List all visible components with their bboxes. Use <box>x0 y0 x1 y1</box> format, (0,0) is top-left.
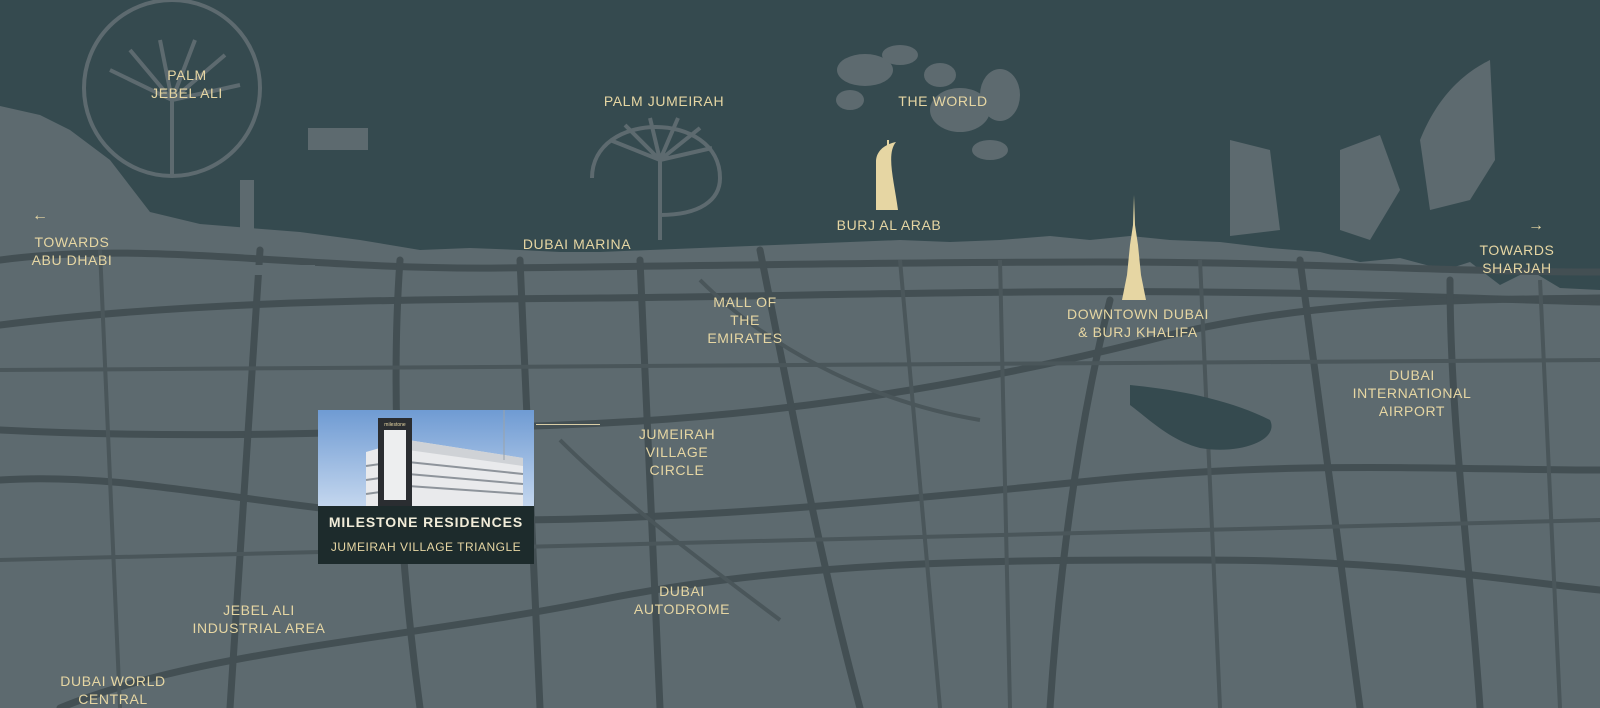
label-dubai-world-central: DUBAI WORLD CENTRAL <box>60 673 166 707</box>
project-location: JUMEIRAH VILLAGE TRIANGLE <box>330 540 522 554</box>
label-the-world: THE WORLD <box>898 93 988 109</box>
label-palm-jumeirah: PALM JUMEIRAH <box>603 93 725 109</box>
label-jumeirah-village-circle: JUMEIRAH VILLAGE CIRCLE <box>638 426 716 478</box>
label-mall-of-the-emirates: MALL OF THE EMIRATES <box>707 294 783 346</box>
project-building-image: milestone <box>318 410 534 506</box>
building-sign-text: milestone <box>384 422 406 428</box>
label-downtown-dubai: DOWNTOWN DUBAI & BURJ KHALIFA <box>1067 306 1209 340</box>
label-burj-al-arab: BURJ AL ARAB <box>836 217 942 233</box>
label-towards-sharjah: TOWARDS SHARJAH <box>1479 242 1555 276</box>
burj-khalifa-icon <box>1122 195 1146 300</box>
arrow-left-icon: ← <box>32 207 48 224</box>
label-dubai-international-airport: DUBAI INTERNATIONAL AIRPORT <box>1352 367 1472 419</box>
dubai-location-map: PALM JEBEL ALI PALM JUMEIRAH THE WORLD B… <box>0 0 1600 708</box>
label-towards-abu-dhabi: TOWARDS ABU DHABI <box>31 234 113 268</box>
project-name: MILESTONE RESIDENCES <box>328 514 524 530</box>
label-palm-jebel-ali: PALM JEBEL ALI <box>151 67 223 101</box>
label-jebel-ali-industrial-area: JEBEL ALI INDUSTRIAL AREA <box>192 602 326 636</box>
project-card[interactable]: milestone MILESTONE RESIDENCES JUMEIRAH … <box>318 410 534 564</box>
burj-al-arab-icon <box>876 140 898 210</box>
arrow-right-icon: → <box>1528 217 1544 234</box>
project-leader-line <box>536 424 600 425</box>
label-dubai-marina: DUBAI MARINA <box>522 236 632 252</box>
label-dubai-autodrome: DUBAI AUTODROME <box>633 583 731 617</box>
